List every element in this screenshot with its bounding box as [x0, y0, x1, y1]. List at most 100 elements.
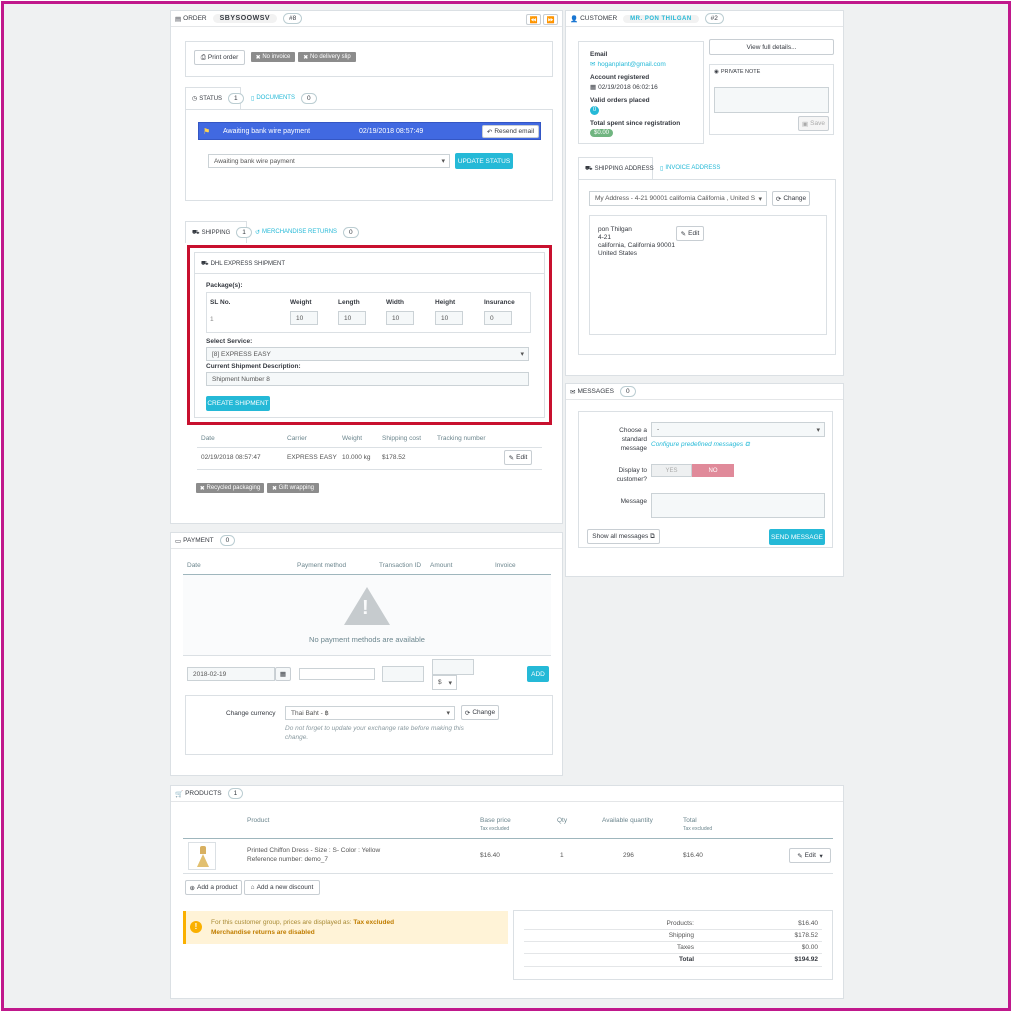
calendar-icon: ▦: [279, 671, 287, 678]
tab-shipping[interactable]: ⛟ SHIPPING 1: [185, 221, 252, 243]
status-select[interactable]: Awaiting bank wire payment: [208, 154, 450, 168]
product-thumbnail: [188, 842, 216, 870]
status-date: 02/19/2018 08:57:49: [359, 128, 424, 135]
change-currency-box: Change currency Thai Baht - ฿ ⟳Change Do…: [185, 695, 553, 755]
tab-merchandise-returns[interactable]: ↺ MERCHANDISE RETURNS 0: [251, 221, 359, 243]
width-input[interactable]: 10: [386, 311, 414, 325]
refresh-icon: ⟳: [464, 709, 471, 717]
payment-method-input[interactable]: [299, 668, 375, 680]
tag-icon: ⌂: [250, 884, 255, 891]
no-delivery-text: No delivery slip: [310, 54, 351, 60]
choose-label: Choose a standard message: [603, 426, 647, 453]
ship-col-carrier: Carrier: [287, 435, 307, 442]
product-edit-button[interactable]: ✎ Edit ▾: [789, 848, 831, 863]
update-status-button[interactable]: UPDATE STATUS: [455, 153, 513, 169]
show-all-messages-button[interactable]: Show all messages ⧉: [587, 529, 660, 544]
calendar-icon: ▦: [590, 84, 597, 91]
product-name-link[interactable]: Printed Chiffon Dress - Size : S- Color …: [247, 847, 380, 854]
payment-count: 0: [219, 535, 236, 546]
weight-value: 10: [296, 314, 304, 322]
email-link[interactable]: ✉ hoganplant@gmail.com: [590, 60, 666, 68]
dress-icon: [200, 846, 206, 854]
payment-panel: ▭ PAYMENT 0 Date Payment method Transact…: [170, 532, 563, 776]
prod-col-base-sub: Tax excluded: [480, 826, 510, 832]
no-invoice-tag: ✖ No invoice: [251, 52, 295, 62]
yes-toggle[interactable]: YES: [651, 464, 692, 477]
add-product-button[interactable]: ⊕ Add a product: [185, 880, 242, 895]
truck-icon: ⛟: [201, 261, 209, 267]
packages-label: Package(s):: [206, 282, 243, 289]
next-order-button[interactable]: ⏩: [543, 14, 558, 25]
external-link-icon: ⧉: [650, 532, 655, 540]
address-select[interactable]: My Address - 4-21 90001 california Calif…: [589, 191, 767, 206]
no-toggle[interactable]: NO: [692, 464, 734, 477]
select-service-label: Select Service:: [206, 338, 253, 345]
tab-status[interactable]: ◷ STATUS 1: [185, 87, 244, 109]
address-line-2: 4-21: [598, 234, 612, 241]
create-shipment-button[interactable]: CREATE SHIPMENT: [206, 396, 270, 411]
amount-input[interactable]: [432, 659, 474, 675]
service-select[interactable]: [8] EXPRESS EASY: [206, 347, 529, 361]
private-note-text: PRIVATE NOTE: [720, 69, 761, 75]
customer-panel-header: 👤 CUSTOMER MR. PON THILGAN #2: [566, 11, 843, 27]
ship-edit-button[interactable]: ✎ Edit: [504, 450, 532, 465]
yes-label: YES: [665, 467, 678, 474]
print-order-button[interactable]: ⎙ Print order: [194, 50, 245, 65]
message-textarea[interactable]: [651, 493, 825, 518]
product-qty: 1: [560, 852, 564, 859]
tab-shipping-address[interactable]: ⛟ SHIPPING ADDRESS: [578, 157, 654, 179]
change-address-button[interactable]: ⟳ Change: [772, 191, 810, 206]
change-currency-select[interactable]: Thai Baht - ฿: [285, 706, 455, 720]
standard-message-select[interactable]: -: [651, 422, 825, 437]
height-input[interactable]: 10: [435, 311, 463, 325]
reply-icon: ↶: [486, 128, 493, 136]
prod-col-total: Total: [683, 817, 697, 824]
length-input[interactable]: 10: [338, 311, 366, 325]
save-note-button[interactable]: ▣ Save: [798, 116, 829, 131]
display-label-1: Display to: [618, 467, 647, 474]
insurance-input[interactable]: 0: [484, 311, 512, 325]
add-discount-button[interactable]: ⌂ Add a new discount: [244, 880, 320, 895]
tab-documents[interactable]: ▯ DOCUMENTS 0: [245, 87, 317, 109]
status-name: Awaiting bank wire payment: [223, 128, 311, 135]
resend-email-button[interactable]: ↶ Resend email: [482, 125, 539, 138]
pencil-icon: ✎: [508, 454, 515, 462]
envelope-icon: ✉: [590, 61, 596, 68]
edit-address-button[interactable]: ✎ Edit: [676, 226, 704, 241]
notice-box: ! For this customer group, prices are di…: [183, 911, 508, 944]
change-currency-label: Change currency: [226, 710, 276, 717]
add-payment-button[interactable]: ADD: [527, 666, 549, 682]
shipment-description-value: Shipment Number 8: [212, 375, 270, 383]
send-message-button[interactable]: SEND MESSAGE: [769, 529, 825, 545]
calendar-button[interactable]: ▦: [275, 667, 291, 681]
summary-box: Products: $16.40 Shipping $178.52 Taxes …: [513, 910, 833, 980]
tab-returns-count: 0: [343, 226, 359, 238]
payment-empty-area: ! No payment methods are available: [183, 575, 551, 655]
private-note-textarea[interactable]: [714, 87, 829, 113]
product-total: $16.40: [683, 852, 703, 859]
pay-col-date: Date: [187, 562, 201, 569]
currency-note: Do not forget to update your exchange ra…: [285, 725, 464, 741]
weight-input[interactable]: 10: [290, 311, 318, 325]
pencil-icon: ✎: [797, 852, 803, 860]
ship-col-weight: Weight: [342, 435, 363, 442]
change-currency-button[interactable]: ⟳ Change: [461, 705, 499, 720]
packages-table: SL No. Weight Length Width Height Insura…: [206, 292, 531, 333]
add-payment-label: ADD: [531, 670, 545, 678]
customer-name[interactable]: MR. PON THILGAN: [623, 14, 699, 23]
product-edit-label: Edit: [804, 852, 816, 859]
messages-panel-header: ✉ MESSAGES 0: [566, 384, 843, 400]
payment-date-input[interactable]: 2018-02-19: [187, 667, 275, 681]
prod-col-product: Product: [247, 817, 270, 824]
display-label: Display to customer?: [603, 466, 647, 484]
transaction-id-input[interactable]: [382, 666, 424, 682]
shipment-description-input[interactable]: Shipment Number 8: [206, 372, 529, 386]
save-icon: ▣: [802, 120, 809, 128]
currency-select[interactable]: $: [432, 675, 457, 690]
view-details-button[interactable]: View full details...: [709, 39, 834, 55]
prev-order-button[interactable]: ⏪: [526, 14, 541, 25]
configure-messages-link[interactable]: Configure predefined messages ⧉: [651, 441, 750, 449]
dhl-highlight-box: ⛟ DHL EXPRESS SHIPMENT Package(s): SL No.…: [187, 245, 552, 425]
tab-invoice-address[interactable]: ▯ INVOICE ADDRESS: [656, 157, 736, 179]
file-icon: ▯: [251, 95, 255, 102]
